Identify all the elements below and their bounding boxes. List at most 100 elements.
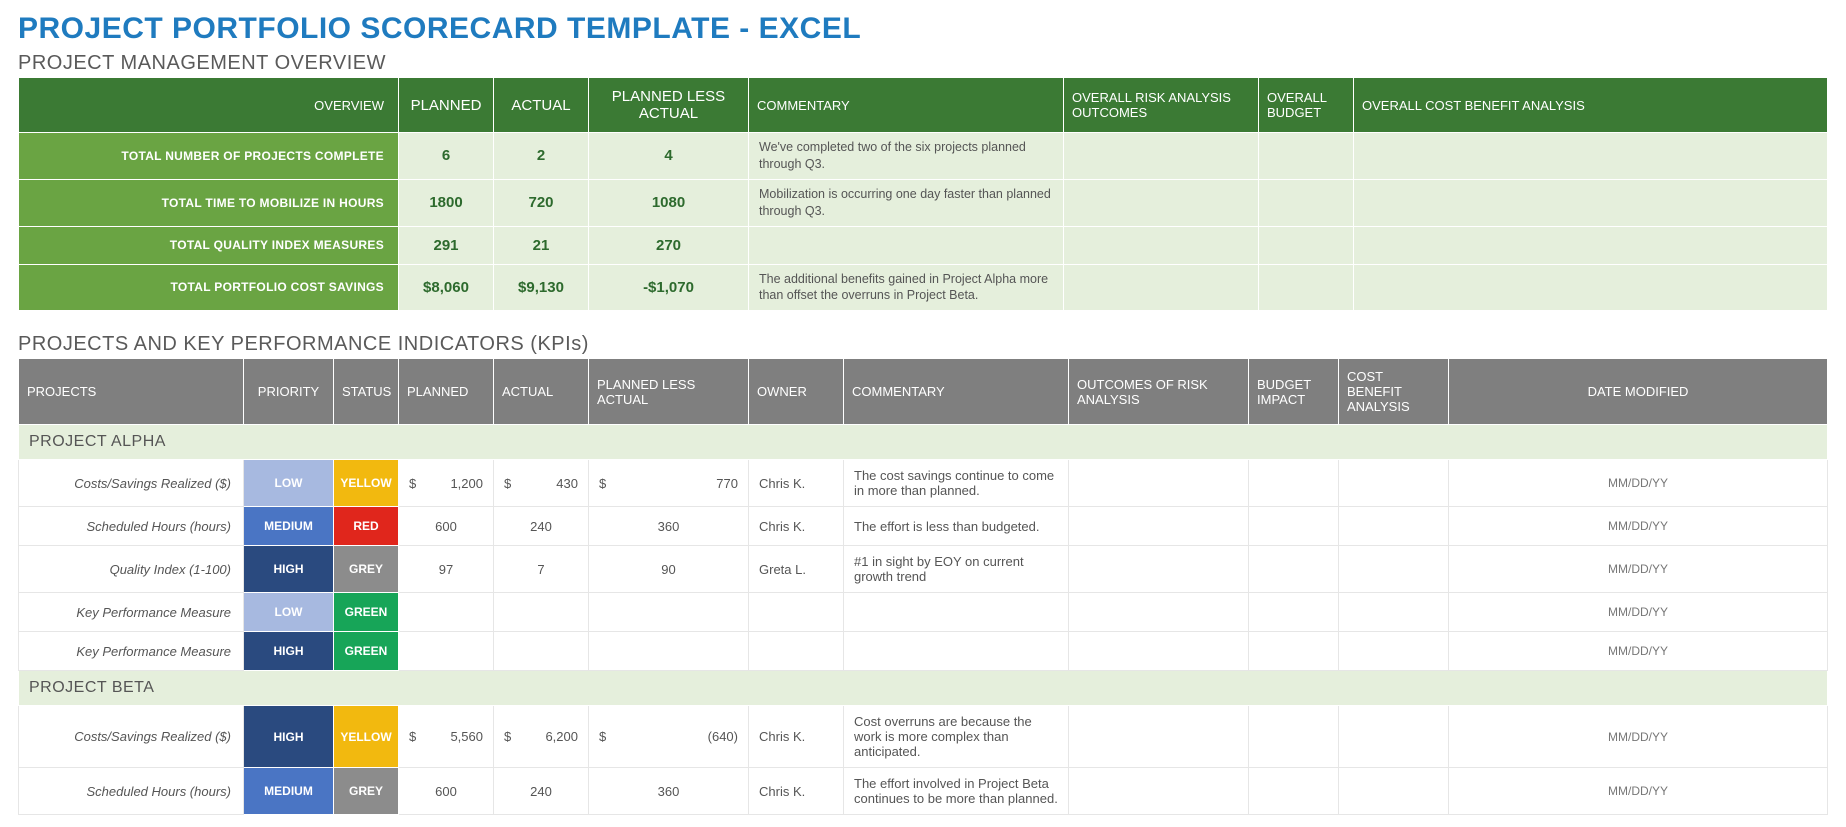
kpi-planned[interactable]: $5,560 <box>399 706 494 768</box>
kpi-budget[interactable] <box>1249 507 1339 546</box>
kpi-owner[interactable]: Chris K. <box>749 460 844 507</box>
kpi-pla[interactable]: 90 <box>589 546 749 593</box>
overview-pla[interactable]: 4 <box>589 133 749 180</box>
status-badge[interactable]: GREEN <box>334 632 399 671</box>
kpi-risk[interactable] <box>1069 768 1249 815</box>
kpi-owner[interactable] <box>749 593 844 632</box>
kpi-date[interactable]: MM/DD/YY <box>1449 546 1828 593</box>
kpi-risk[interactable] <box>1069 507 1249 546</box>
kpi-actual[interactable] <box>494 593 589 632</box>
kpi-actual[interactable]: $6,200 <box>494 706 589 768</box>
overview-commentary[interactable]: Mobilization is occurring one day faster… <box>749 179 1064 226</box>
kpi-commentary[interactable]: The effort involved in Project Beta cont… <box>844 768 1069 815</box>
kpi-date[interactable]: MM/DD/YY <box>1449 593 1828 632</box>
overview-budget[interactable] <box>1259 226 1354 264</box>
status-badge[interactable]: GREY <box>334 546 399 593</box>
kpi-budget[interactable] <box>1249 460 1339 507</box>
kpi-owner[interactable]: Greta L. <box>749 546 844 593</box>
kpi-pla[interactable]: $(640) <box>589 706 749 768</box>
kpi-risk[interactable] <box>1069 546 1249 593</box>
overview-risk[interactable] <box>1064 264 1259 311</box>
overview-planned[interactable]: $8,060 <box>399 264 494 311</box>
kpi-budget[interactable] <box>1249 632 1339 671</box>
kpi-actual[interactable] <box>494 632 589 671</box>
kpi-risk[interactable] <box>1069 706 1249 768</box>
kpi-pla[interactable]: 360 <box>589 507 749 546</box>
priority-badge[interactable]: LOW <box>244 593 334 632</box>
kpi-risk[interactable] <box>1069 593 1249 632</box>
kpi-risk[interactable] <box>1069 632 1249 671</box>
status-badge[interactable]: GREEN <box>334 593 399 632</box>
kpi-planned[interactable]: 600 <box>399 507 494 546</box>
overview-planned[interactable]: 1800 <box>399 179 494 226</box>
kpi-commentary[interactable] <box>844 593 1069 632</box>
priority-badge[interactable]: LOW <box>244 460 334 507</box>
overview-cost-benefit[interactable] <box>1354 179 1828 226</box>
kpi-budget[interactable] <box>1249 593 1339 632</box>
status-badge[interactable]: RED <box>334 507 399 546</box>
overview-actual[interactable]: $9,130 <box>494 264 589 311</box>
kpi-planned[interactable] <box>399 632 494 671</box>
kpi-commentary[interactable]: The cost savings continue to come in mor… <box>844 460 1069 507</box>
overview-pla[interactable]: 270 <box>589 226 749 264</box>
priority-badge[interactable]: HIGH <box>244 546 334 593</box>
overview-cost-benefit[interactable] <box>1354 133 1828 180</box>
kpi-actual[interactable]: $430 <box>494 460 589 507</box>
kpi-owner[interactable]: Chris K. <box>749 507 844 546</box>
kpi-planned[interactable]: $1,200 <box>399 460 494 507</box>
kpi-commentary[interactable]: Cost overruns are because the work is mo… <box>844 706 1069 768</box>
kpi-budget[interactable] <box>1249 706 1339 768</box>
kpi-pla[interactable] <box>589 632 749 671</box>
kpi-pla[interactable] <box>589 593 749 632</box>
priority-badge[interactable]: MEDIUM <box>244 768 334 815</box>
kpi-date[interactable]: MM/DD/YY <box>1449 706 1828 768</box>
kpi-pla[interactable]: 360 <box>589 768 749 815</box>
kpi-cost-benefit[interactable] <box>1339 546 1449 593</box>
kpi-cost-benefit[interactable] <box>1339 632 1449 671</box>
kpi-owner[interactable] <box>749 632 844 671</box>
kpi-actual[interactable]: 240 <box>494 768 589 815</box>
overview-risk[interactable] <box>1064 179 1259 226</box>
kpi-planned[interactable] <box>399 593 494 632</box>
overview-budget[interactable] <box>1259 133 1354 180</box>
overview-commentary[interactable]: We've completed two of the six projects … <box>749 133 1064 180</box>
kpi-date[interactable]: MM/DD/YY <box>1449 768 1828 815</box>
kpi-date[interactable]: MM/DD/YY <box>1449 507 1828 546</box>
kpi-date[interactable]: MM/DD/YY <box>1449 632 1828 671</box>
kpi-cost-benefit[interactable] <box>1339 593 1449 632</box>
kpi-cost-benefit[interactable] <box>1339 460 1449 507</box>
overview-budget[interactable] <box>1259 264 1354 311</box>
status-badge[interactable]: YELLOW <box>334 706 399 768</box>
kpi-planned[interactable]: 97 <box>399 546 494 593</box>
overview-budget[interactable] <box>1259 179 1354 226</box>
priority-badge[interactable]: HIGH <box>244 632 334 671</box>
overview-commentary[interactable]: The additional benefits gained in Projec… <box>749 264 1064 311</box>
overview-risk[interactable] <box>1064 133 1259 180</box>
overview-planned[interactable]: 6 <box>399 133 494 180</box>
kpi-actual[interactable]: 7 <box>494 546 589 593</box>
kpi-budget[interactable] <box>1249 768 1339 815</box>
priority-badge[interactable]: MEDIUM <box>244 507 334 546</box>
kpi-actual[interactable]: 240 <box>494 507 589 546</box>
overview-cost-benefit[interactable] <box>1354 264 1828 311</box>
kpi-budget[interactable] <box>1249 546 1339 593</box>
kpi-pla[interactable]: $770 <box>589 460 749 507</box>
kpi-commentary[interactable]: The effort is less than budgeted. <box>844 507 1069 546</box>
kpi-planned[interactable]: 600 <box>399 768 494 815</box>
overview-pla[interactable]: 1080 <box>589 179 749 226</box>
kpi-owner[interactable]: Chris K. <box>749 706 844 768</box>
kpi-cost-benefit[interactable] <box>1339 768 1449 815</box>
overview-cost-benefit[interactable] <box>1354 226 1828 264</box>
status-badge[interactable]: YELLOW <box>334 460 399 507</box>
overview-risk[interactable] <box>1064 226 1259 264</box>
overview-actual[interactable]: 21 <box>494 226 589 264</box>
overview-actual[interactable]: 2 <box>494 133 589 180</box>
overview-planned[interactable]: 291 <box>399 226 494 264</box>
kpi-cost-benefit[interactable] <box>1339 706 1449 768</box>
kpi-cost-benefit[interactable] <box>1339 507 1449 546</box>
priority-badge[interactable]: HIGH <box>244 706 334 768</box>
status-badge[interactable]: GREY <box>334 768 399 815</box>
kpi-commentary[interactable] <box>844 632 1069 671</box>
kpi-date[interactable]: MM/DD/YY <box>1449 460 1828 507</box>
kpi-commentary[interactable]: #1 in sight by EOY on current growth tre… <box>844 546 1069 593</box>
